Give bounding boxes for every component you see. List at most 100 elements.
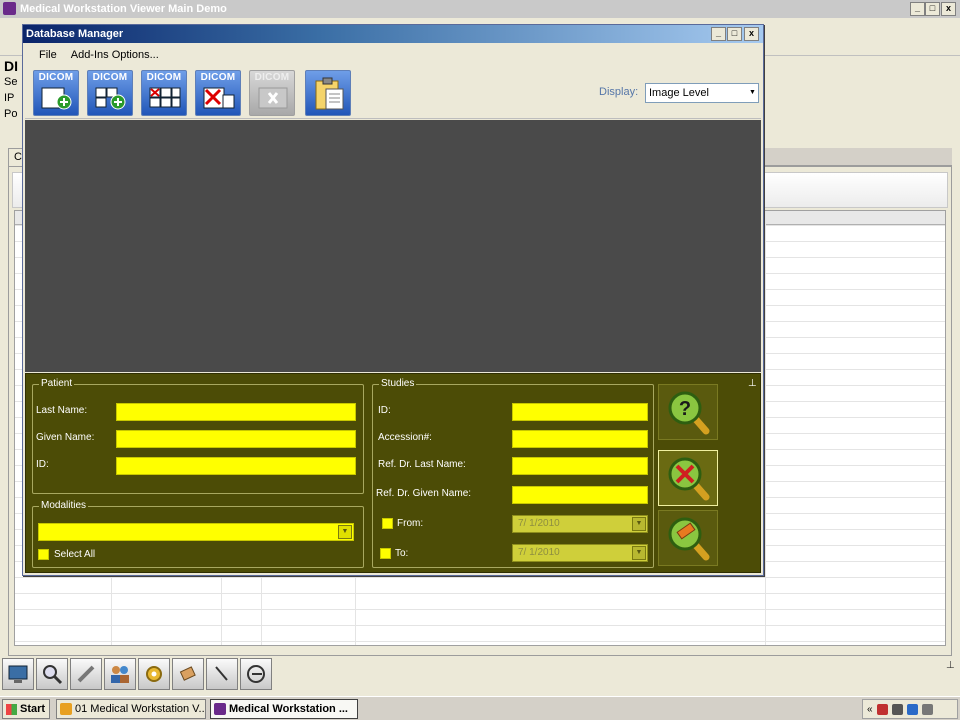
- given-name-label: Given Name:: [36, 432, 95, 443]
- volume-icon[interactable]: [921, 703, 933, 715]
- grid-row-line: [15, 625, 945, 626]
- dialog-minimize-button[interactable]: _: [711, 27, 726, 41]
- main-window-title: Medical Workstation Viewer Main Demo: [20, 3, 227, 15]
- taskbar-item-powerpoint[interactable]: 01 Medical Workstation V...: [56, 699, 206, 719]
- close-button[interactable]: x: [941, 2, 956, 16]
- exit-icon[interactable]: [240, 658, 272, 690]
- dicom-delete-icon: [149, 87, 181, 108]
- accession-field[interactable]: [512, 430, 648, 448]
- from-date-picker[interactable]: 7/ 1/2010 ▼: [512, 515, 648, 533]
- dicom-delete-button[interactable]: DICOM: [141, 70, 187, 116]
- dicom-close-button[interactable]: DICOM: [249, 70, 295, 116]
- from-label: From:: [397, 518, 424, 529]
- display-label: Display:: [599, 86, 639, 98]
- taskbar-item-label: 01 Medical Workstation V...: [75, 703, 206, 715]
- pointer-icon[interactable]: [206, 658, 238, 690]
- security-icon[interactable]: [891, 703, 903, 715]
- dicom-close-label: DICOM: [254, 72, 290, 83]
- modalities-group-title: Modalities: [39, 500, 89, 511]
- grid-row-line: [15, 641, 945, 642]
- clipboard-button[interactable]: [305, 70, 351, 116]
- document-icon: [60, 703, 72, 715]
- windows-logo-icon: [6, 704, 17, 715]
- results-view[interactable]: [25, 120, 761, 372]
- to-date-value: 7/ 1/2010: [518, 547, 560, 558]
- main-left-info: DI Se IP Po: [4, 58, 24, 122]
- ref-dr-last-name-field[interactable]: [512, 457, 648, 475]
- modalities-select[interactable]: ▼: [38, 523, 354, 541]
- pin-icon[interactable]: ⊥: [748, 378, 757, 389]
- grid-row-line: [15, 593, 945, 594]
- chevron-down-icon: ▼: [749, 89, 756, 96]
- dialog-close-button[interactable]: x: [744, 27, 759, 41]
- select-all-label: Select All: [54, 549, 96, 560]
- start-button[interactable]: Start: [2, 699, 50, 719]
- dialog-title: Database Manager: [26, 28, 124, 40]
- info-line-3: Po: [4, 108, 18, 120]
- dicom-import-icon: [95, 87, 126, 110]
- workstation-icon[interactable]: [2, 658, 34, 690]
- studies-group-title: Studies: [379, 378, 417, 389]
- select-all-checkbox[interactable]: [38, 549, 49, 560]
- patient-group-title: Patient: [39, 378, 75, 389]
- tools-icon[interactable]: [70, 658, 102, 690]
- ref-dr-last-name-label: Ref. Dr. Last Name:: [378, 459, 466, 470]
- from-checkbox[interactable]: [382, 518, 393, 529]
- chevron-down-icon: ▼: [338, 525, 352, 539]
- network-icon[interactable]: [876, 703, 888, 715]
- search-edit-icon: [668, 517, 710, 561]
- accession-label: Accession#:: [378, 432, 432, 443]
- svg-text:?: ?: [679, 398, 691, 420]
- patient-last-name-field[interactable]: [116, 403, 356, 421]
- restore-button[interactable]: □: [925, 2, 940, 16]
- patient-id-field[interactable]: [116, 457, 356, 475]
- dialog-titlebar[interactable]: Database Manager _ □ x: [23, 25, 763, 43]
- dialog-menubar: File Add-Ins Options...: [23, 45, 763, 65]
- dicom-add-button[interactable]: DICOM: [33, 70, 79, 116]
- display-level-value: Image Level: [649, 87, 709, 99]
- start-label: Start: [20, 703, 46, 715]
- eraser-icon[interactable]: [172, 658, 204, 690]
- minimize-button[interactable]: _: [910, 2, 925, 16]
- to-date-picker[interactable]: 7/ 1/2010 ▼: [512, 544, 648, 562]
- patient-id-label: ID:: [36, 459, 49, 470]
- dicom-import-button[interactable]: DICOM: [87, 70, 133, 116]
- patient-given-name-field[interactable]: [116, 430, 356, 448]
- connection-icon[interactable]: [906, 703, 918, 715]
- app-icon: [214, 703, 226, 715]
- ref-dr-given-name-field[interactable]: [512, 486, 648, 504]
- search-icon[interactable]: [36, 658, 68, 690]
- users-icon[interactable]: [104, 658, 136, 690]
- clipboard-icon: [315, 77, 344, 110]
- tray-expand-icon[interactable]: «: [867, 704, 873, 715]
- dicom-remove-button[interactable]: DICOM: [195, 70, 241, 116]
- search-panel: Patient Last Name: Given Name: ID: Modal…: [25, 373, 761, 573]
- clear-search-button[interactable]: [658, 450, 718, 506]
- grid-column-line: [945, 211, 946, 645]
- dicom-delete-label: DICOM: [146, 72, 182, 83]
- settings-icon[interactable]: [138, 658, 170, 690]
- search-help-icon: ?: [668, 391, 710, 435]
- dialog-maximize-button[interactable]: □: [727, 27, 742, 41]
- ref-dr-given-name-label: Ref. Dr. Given Name:: [376, 488, 472, 499]
- system-tray: «: [862, 699, 958, 719]
- menu-add-ins-options[interactable]: Add-Ins Options...: [65, 45, 165, 65]
- main-titlebar: Medical Workstation Viewer Main Demo _ □…: [0, 0, 960, 18]
- to-checkbox[interactable]: [380, 548, 391, 559]
- to-label: To:: [395, 548, 409, 559]
- display-level-select[interactable]: Image Level ▼: [645, 83, 759, 103]
- grid-row-line: [15, 577, 945, 578]
- taskbar: Start 01 Medical Workstation V... Medica…: [0, 696, 960, 720]
- study-id-field[interactable]: [512, 403, 648, 421]
- dicom-remove-icon: [203, 87, 235, 109]
- chevron-down-icon: ▼: [632, 517, 646, 531]
- taskbar-item-workstation[interactable]: Medical Workstation ...: [210, 699, 358, 719]
- dicom-import-label: DICOM: [92, 72, 128, 83]
- edit-search-button[interactable]: [658, 510, 718, 566]
- info-line-2: IP: [4, 92, 15, 104]
- search-query-button[interactable]: ?: [658, 384, 718, 440]
- menu-file[interactable]: File: [33, 45, 63, 65]
- dicom-remove-label: DICOM: [200, 72, 236, 83]
- taskbar-item-label: Medical Workstation ...: [229, 703, 348, 715]
- pin-icon[interactable]: ⊥: [946, 660, 956, 672]
